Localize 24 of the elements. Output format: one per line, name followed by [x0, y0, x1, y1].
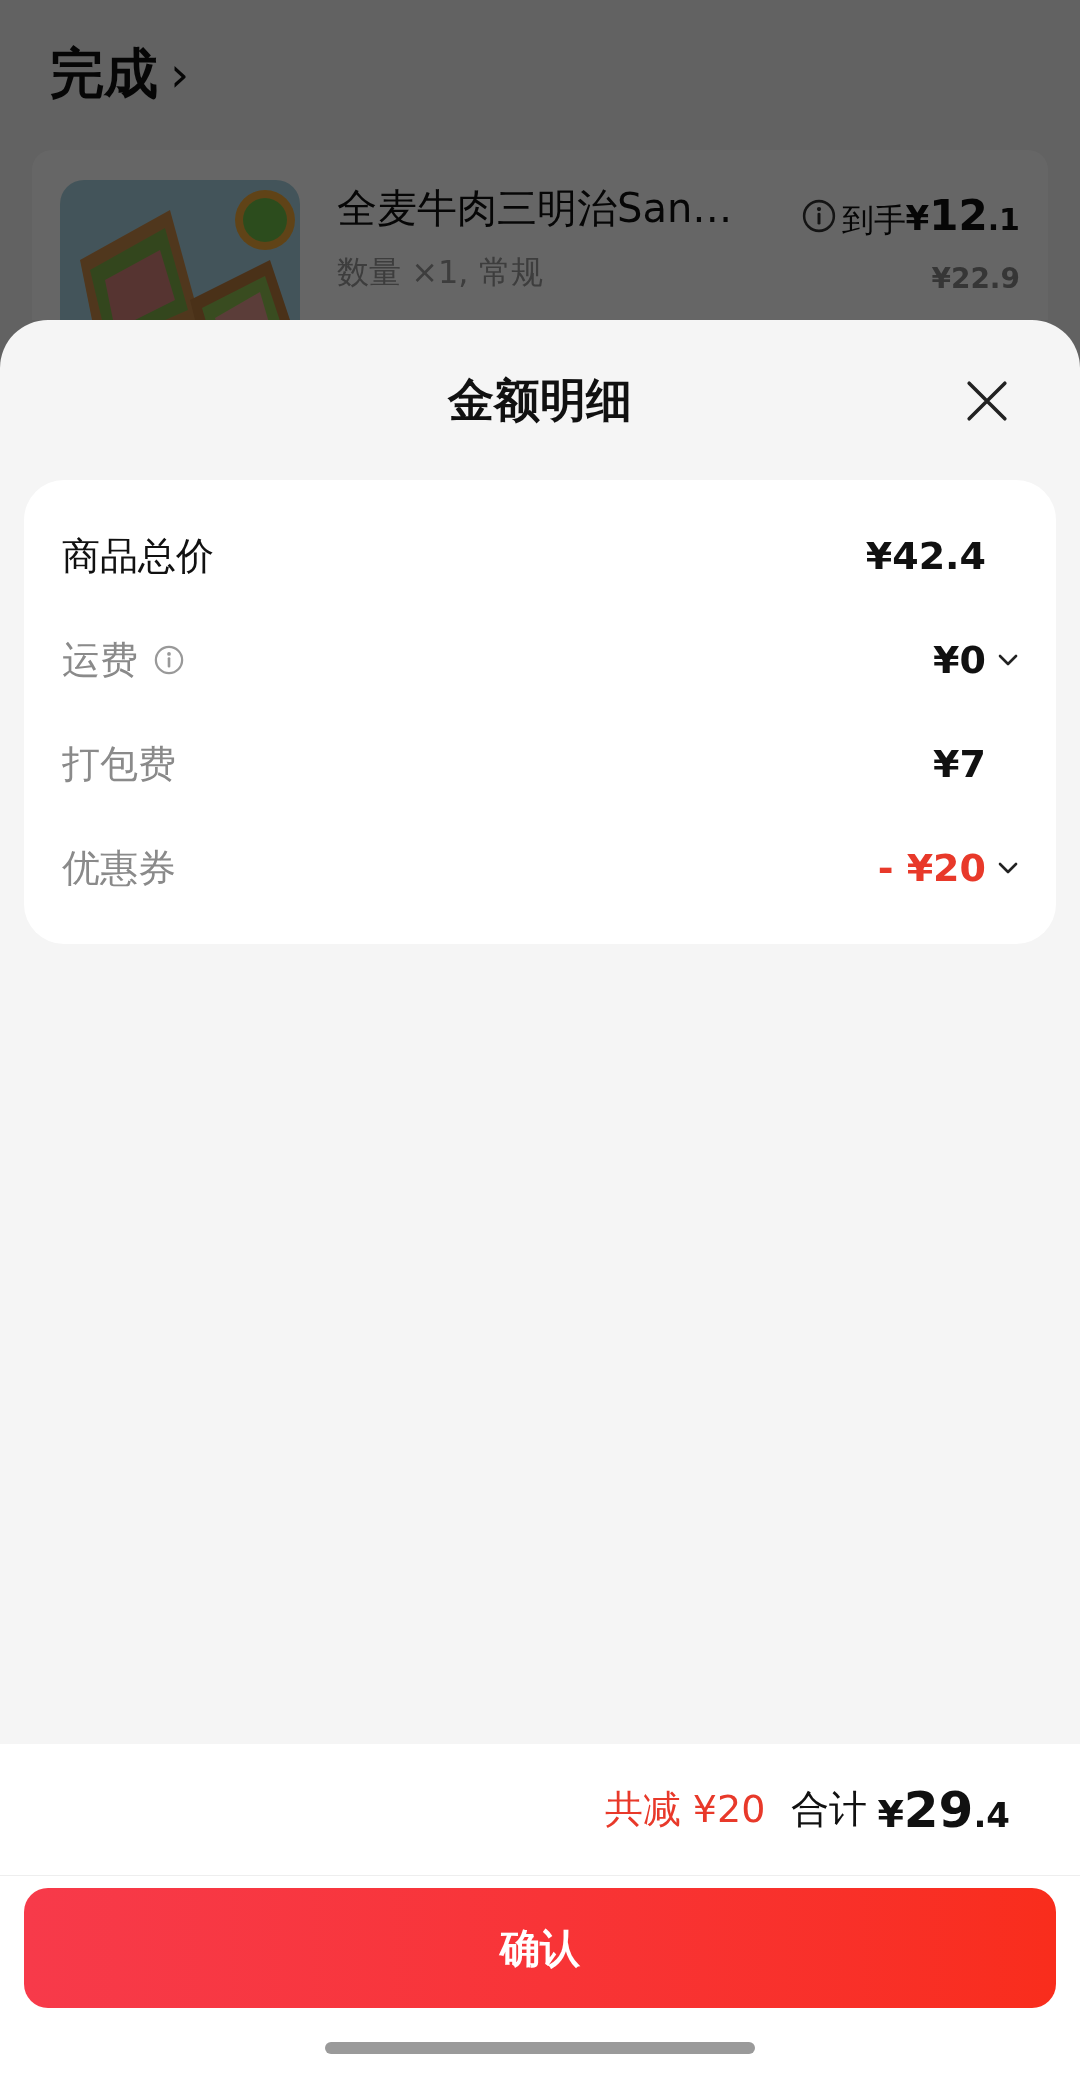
- close-icon[interactable]: [966, 380, 1008, 422]
- info-icon[interactable]: [154, 645, 184, 675]
- row-value: ¥42.4: [865, 532, 986, 580]
- total-label: 合计: [791, 1786, 868, 1833]
- row-label: 优惠券: [62, 844, 176, 892]
- row-value: ¥7: [933, 740, 986, 788]
- row-label: 商品总价: [62, 532, 214, 580]
- chevron-down-icon[interactable]: [998, 654, 1018, 666]
- chevron-right-icon[interactable]: ›: [170, 50, 190, 98]
- total-amount: ¥29.4: [877, 1784, 1010, 1835]
- row-value: ¥0: [933, 636, 986, 684]
- final-price: ¥12.1: [905, 195, 1020, 237]
- row-label: 打包费: [62, 740, 176, 788]
- page-title: 完成: [50, 47, 158, 101]
- confirm-button[interactable]: 确认: [24, 1888, 1056, 2008]
- price-label: 到手: [841, 200, 906, 241]
- row-value: - ¥20: [877, 844, 986, 892]
- info-icon[interactable]: [801, 199, 836, 233]
- sheet-title: 金额明细: [448, 371, 632, 429]
- savings-amount: 共减 ¥20: [604, 1786, 766, 1833]
- row-label: 运费: [62, 636, 138, 684]
- home-indicator[interactable]: [325, 2041, 755, 2054]
- product-name: 全麦牛肉三明治San…: [337, 184, 733, 233]
- chevron-down-icon[interactable]: [998, 862, 1018, 874]
